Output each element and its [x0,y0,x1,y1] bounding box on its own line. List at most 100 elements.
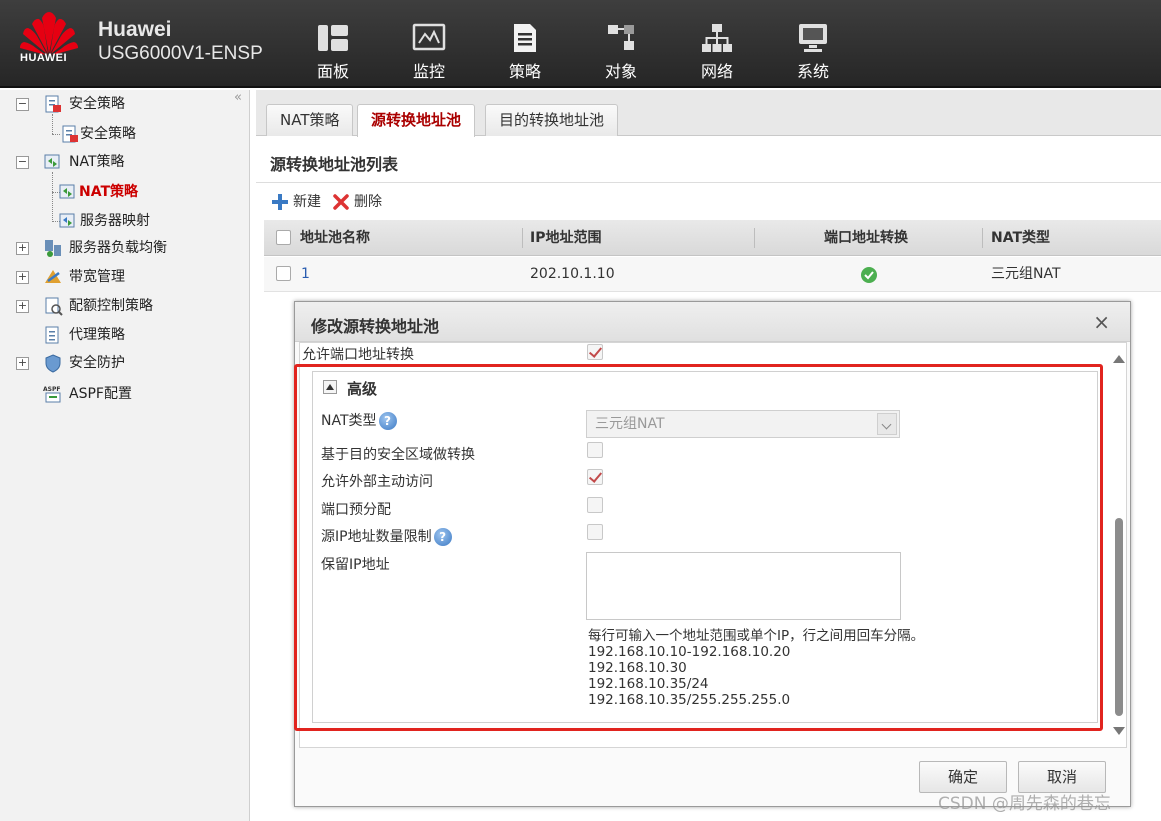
column-header[interactable]: NAT类型 [991,220,1050,256]
advanced-section: 高级 NAT类型? 三元组NAT 基于目的安全区域做转换 允许外部主动访问 端口… [312,371,1098,723]
src-ip-limit-label: 源IP地址数量限制? [321,526,452,546]
sidebar-item-quota-control[interactable]: + 配额控制策略 [0,294,240,318]
dest-zone-label: 基于目的安全区域做转换 [321,447,475,463]
nav-label: 策略 [508,62,541,81]
select-all-checkbox[interactable] [276,230,291,245]
collapse-advanced-icon[interactable] [323,380,337,394]
hint-line: 192.168.10.10-192.168.10.20 [588,644,791,660]
sidebar-item-aspf[interactable]: ASPF ASPF配置 [0,382,240,406]
delete-icon [333,194,349,210]
scroll-down-icon[interactable] [1113,727,1125,735]
nav-monitor[interactable]: 监控 [399,22,459,82]
column-header[interactable]: 地址池名称 [300,220,370,256]
nav-network[interactable]: 网络 [687,22,747,82]
tab-source-nat-pool[interactable]: 源转换地址池 [357,104,476,137]
brand-name: Huawei [98,18,172,41]
scroll-up-icon[interactable] [1113,355,1125,363]
allow-port-translation-label: 允许端口地址转换 [302,347,414,363]
logo-wordmark: HUAWEI [20,52,67,64]
monitor-icon [412,23,446,51]
top-header: HUAWEI Huawei USG6000V1-ENSP 面板 监控 策略 对象… [0,0,1161,88]
policy-icon [514,24,536,52]
proxy-icon [45,326,59,344]
watermark: CSDN @周先森的巷忘 [938,794,1111,814]
sidebar-item-label: 带宽管理 [69,269,125,285]
column-header[interactable]: 端口地址转换 [824,220,908,256]
new-button[interactable]: 新建 [271,192,321,212]
port-prealloc-checkbox[interactable] [587,497,603,513]
sidebar-item-label: 服务器映射 [80,213,150,229]
sidebar-item-security-policy[interactable]: − 安全策略 [0,92,240,116]
port-prealloc-label: 端口预分配 [321,502,391,518]
table-row[interactable]: 1 202.10.1.10 三元组NAT [264,257,1161,292]
column-divider[interactable] [522,228,523,248]
src-ip-limit-checkbox[interactable] [587,524,603,540]
sidebar-item-security-policy-sub[interactable]: 安全策略 [0,122,240,146]
delete-label: 删除 [354,194,382,210]
sidebar-item-nat-policy[interactable]: − NAT策略 [0,150,240,174]
allow-external-label: 允许外部主动访问 [321,474,433,490]
sidebar-item-security-protection[interactable]: + 安全防护 [0,351,240,375]
dialog-title: 修改源转换地址池 [311,317,440,336]
sidebar: « − 安全策略 安全策略 − NAT策略 NAT策略 服务器映射 + 服务器负… [0,90,250,821]
nav-policy[interactable]: 策略 [495,22,555,82]
expand-toggle-icon[interactable]: + [16,242,29,255]
dest-zone-checkbox[interactable] [587,442,603,458]
expand-toggle-icon[interactable]: + [16,300,29,313]
allow-port-translation-checkbox[interactable] [587,344,603,360]
nav-object[interactable]: 对象 [591,22,651,82]
dialog-scrollbar[interactable] [1112,343,1126,747]
nav-dashboard[interactable]: 面板 [303,22,363,82]
network-icon [702,24,732,52]
help-icon[interactable]: ? [378,412,397,430]
tab-destination-nat-pool[interactable]: 目的转换地址池 [485,104,619,136]
table-header: 地址池名称 IP地址范围 端口地址转换 NAT类型 [264,220,1161,256]
hint-line: 192.168.10.35/24 [588,676,709,692]
pool-name-link[interactable]: 1 [301,257,310,292]
column-header[interactable]: IP地址范围 [530,220,601,256]
nat-type-select[interactable]: 三元组NAT [586,410,900,438]
reserved-ip-textarea[interactable] [586,552,901,620]
nav-label: 监控 [412,62,445,81]
toolbar: 新建 删除 [256,184,1161,220]
hint-line: 192.168.10.30 [588,660,687,676]
dialog-titlebar[interactable]: 修改源转换地址池 × [295,302,1130,342]
expand-toggle-icon[interactable]: + [16,271,29,284]
sidebar-item-nat-policy-sub[interactable]: NAT策略 [0,180,240,204]
sidebar-item-label: 安全策略 [69,96,125,112]
advanced-title: 高级 [347,380,378,398]
sidebar-item-bandwidth[interactable]: + 带宽管理 [0,265,240,289]
reserved-ip-hint: 每行可输入一个地址范围或单个IP，行之间用回车分隔。 192.168.10.10… [588,628,924,708]
nav-label: 面板 [316,62,349,81]
tab-nat-policy[interactable]: NAT策略 [266,104,354,136]
policy-doc-icon [45,95,61,113]
expand-toggle-icon[interactable]: + [16,357,29,370]
column-divider[interactable] [982,228,983,248]
column-divider[interactable] [754,228,755,248]
huawei-flower-icon [20,12,78,55]
sidebar-item-label: 安全防护 [69,355,125,371]
tab-bar: NAT策略 源转换地址池 目的转换地址池 [256,90,1161,137]
sidebar-item-label: 安全策略 [80,126,136,142]
aspf-icon: ASPF [43,386,61,403]
row-checkbox[interactable] [276,266,291,281]
sidebar-item-label: NAT策略 [79,184,139,200]
allow-external-checkbox[interactable] [587,469,603,485]
close-icon[interactable]: × [1093,310,1110,334]
load-balance-icon [45,240,61,257]
help-icon[interactable]: ? [433,528,452,546]
nav-system[interactable]: 系统 [783,22,843,82]
collapse-toggle-icon[interactable]: − [16,156,29,169]
nat-type-label: NAT类型? [321,410,397,430]
collapse-toggle-icon[interactable]: − [16,98,29,111]
delete-button[interactable]: 删除 [332,192,382,212]
sidebar-item-label: 代理策略 [69,327,125,343]
scroll-thumb[interactable] [1115,518,1123,716]
nav-label: 系统 [796,62,829,81]
chevron-down-icon[interactable] [877,413,897,435]
nat-icon [44,154,60,169]
sidebar-item-server-lb[interactable]: + 服务器负载均衡 [0,236,240,260]
sidebar-item-server-mapping[interactable]: 服务器映射 [0,209,240,233]
nat-type-cell: 三元组NAT [991,266,1061,282]
sidebar-item-proxy-policy[interactable]: 代理策略 [0,323,240,347]
